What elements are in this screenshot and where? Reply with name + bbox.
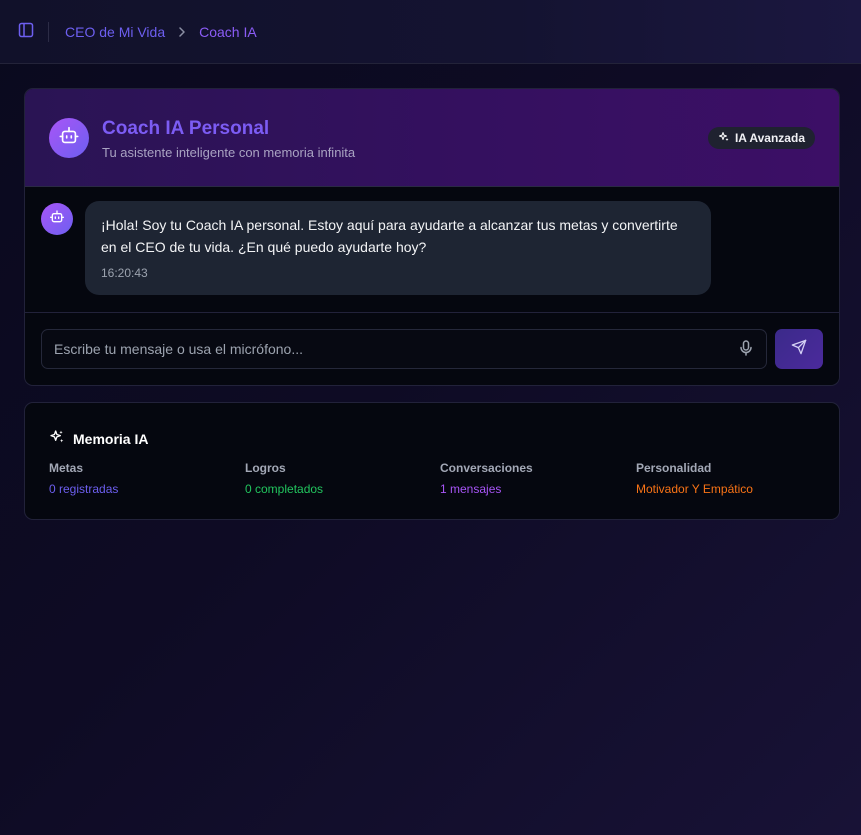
memory-stat-value: Motivador Y Empático bbox=[636, 482, 753, 496]
chevron-right-icon bbox=[178, 27, 186, 37]
microphone-icon bbox=[739, 339, 753, 361]
sidebar-panel-icon bbox=[18, 22, 34, 43]
message-composer bbox=[25, 313, 839, 385]
memory-stat-metas: Metas 0 registradas bbox=[49, 461, 239, 496]
coach-avatar bbox=[49, 118, 89, 158]
breadcrumb-current: Coach IA bbox=[199, 24, 257, 40]
memory-stat-value: 0 registradas bbox=[49, 482, 119, 496]
sidebar-toggle-button[interactable] bbox=[17, 22, 35, 43]
memory-stat-label: Conversaciones bbox=[440, 461, 533, 475]
breadcrumb: CEO de Mi Vida Coach IA bbox=[65, 23, 257, 41]
memory-header: Memoria IA bbox=[49, 429, 148, 448]
robot-icon bbox=[49, 209, 65, 230]
badge-label: IA Avanzada bbox=[734, 131, 805, 145]
ai-memory-card: Memoria IA Metas 0 registradas Logros 0 … bbox=[24, 402, 840, 520]
message-list: ¡Hola! Soy tu Coach IA personal. Estoy a… bbox=[25, 187, 839, 313]
send-icon bbox=[791, 339, 807, 360]
robot-icon bbox=[58, 125, 80, 152]
message-input-wrapper bbox=[41, 329, 767, 369]
message-bubble: ¡Hola! Soy tu Coach IA personal. Estoy a… bbox=[85, 201, 711, 295]
sparkles-icon bbox=[718, 131, 730, 146]
memory-stat-logros: Logros 0 completados bbox=[245, 461, 435, 496]
memory-stat-personalidad: Personalidad Motivador Y Empático bbox=[636, 461, 826, 496]
memory-stat-conversaciones: Conversaciones 1 mensajes bbox=[440, 461, 630, 496]
message-text: ¡Hola! Soy tu Coach IA personal. Estoy a… bbox=[101, 217, 678, 255]
top-bar: CEO de Mi Vida Coach IA bbox=[0, 0, 861, 64]
breadcrumb-link-home[interactable]: CEO de Mi Vida bbox=[65, 24, 165, 40]
memory-stat-label: Logros bbox=[245, 461, 286, 475]
coach-chat-card: Coach IA Personal Tu asistente inteligen… bbox=[24, 88, 840, 386]
memory-stat-label: Personalidad bbox=[636, 461, 712, 475]
message-input[interactable] bbox=[42, 330, 766, 368]
message-timestamp: 16:20:43 bbox=[101, 266, 148, 280]
message-avatar bbox=[41, 203, 73, 235]
coach-title: Coach IA Personal bbox=[102, 118, 270, 139]
coach-subtitle: Tu asistente inteligente con memoria inf… bbox=[102, 145, 356, 160]
sparkles-icon bbox=[49, 429, 65, 448]
microphone-button[interactable] bbox=[738, 339, 754, 361]
memory-title: Memoria IA bbox=[73, 430, 149, 447]
send-button[interactable] bbox=[775, 329, 823, 369]
memory-stat-value: 1 mensajes bbox=[440, 482, 502, 496]
chat-header: Coach IA Personal Tu asistente inteligen… bbox=[25, 89, 839, 187]
topbar-divider bbox=[48, 22, 49, 42]
memory-stat-value: 0 completados bbox=[245, 482, 324, 496]
memory-stat-label: Metas bbox=[49, 461, 84, 475]
ai-advanced-badge: IA Avanzada bbox=[707, 127, 815, 149]
